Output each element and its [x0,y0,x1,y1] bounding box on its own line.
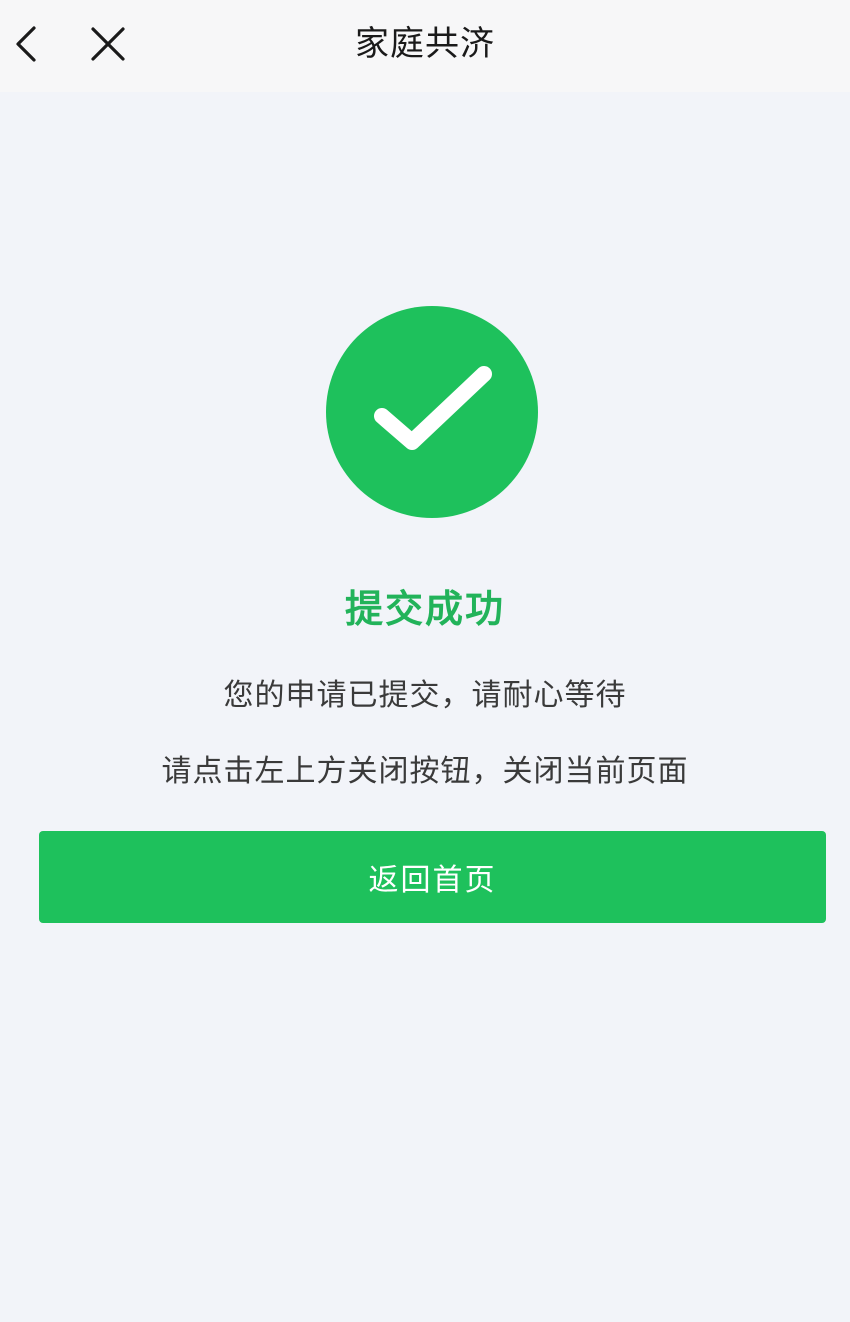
nav-bar: 家庭共济 [0,0,850,92]
close-button[interactable] [84,18,132,70]
check-circle-icon [326,306,538,518]
success-icon [326,306,538,518]
return-home-button[interactable]: 返回首页 [39,831,826,923]
close-icon [91,27,125,61]
result-hint: 请点击左上方关闭按钮，关闭当前页面 [161,754,689,789]
result-title: 提交成功 [344,587,505,631]
back-button[interactable] [6,18,46,70]
result-message: 您的申请已提交，请耐心等待 [223,678,627,713]
chevron-left-icon [16,26,36,62]
